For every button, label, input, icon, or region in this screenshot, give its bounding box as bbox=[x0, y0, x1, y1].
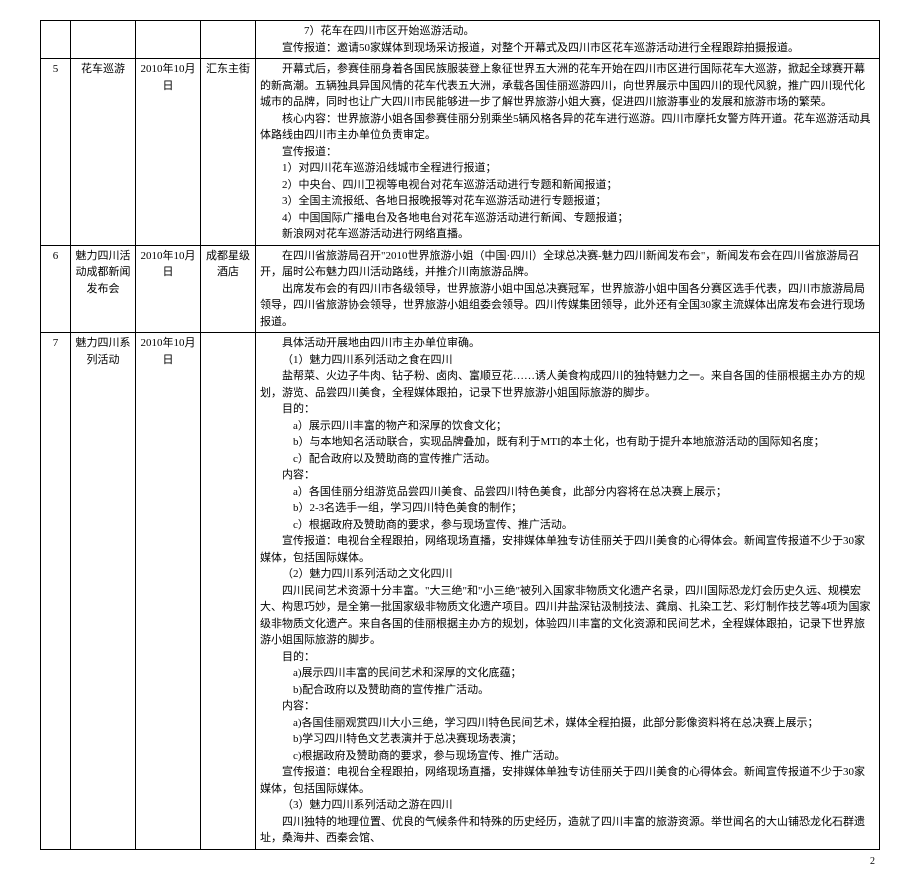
content-line: b）2-3名选手一组，学习四川特色美食的制作； bbox=[260, 500, 875, 517]
content-line: 核心内容：世界旅游小姐各国参赛佳丽分别乘坐5辆风格各异的花车进行巡游。四川市摩托… bbox=[260, 111, 875, 144]
content-line: 在四川省旅游局召开"2010世界旅游小姐（中国·四川）全球总决赛-魅力四川新闻发… bbox=[260, 248, 875, 281]
content-line: （1）魅力四川系列活动之食在四川 bbox=[260, 352, 875, 369]
content-line: 宣传报道：电视台全程跟拍，网络现场直播，安排媒体单独专访佳丽关于四川美食的心得体… bbox=[260, 533, 875, 566]
content-line: 具体活动开展地由四川市主办单位审确。 bbox=[260, 335, 875, 352]
activity-content: 具体活动开展地由四川市主办单位审确。（1）魅力四川系列活动之食在四川盐帮菜、火边… bbox=[256, 333, 880, 850]
content-line: c）根据政府及赞助商的要求，参与现场宣传、推广活动。 bbox=[260, 517, 875, 534]
activity-name: 魅力四川活动成都新闻发布会 bbox=[71, 245, 136, 333]
content-line: （3）魅力四川系列活动之游在四川 bbox=[260, 797, 875, 814]
activity-name: 花车巡游 bbox=[71, 59, 136, 246]
content-line: 内容： bbox=[260, 698, 875, 715]
activity-place: 成都星级酒店 bbox=[201, 245, 256, 333]
activity-content: 在四川省旅游局召开"2010世界旅游小姐（中国·四川）全球总决赛-魅力四川新闻发… bbox=[256, 245, 880, 333]
content-line: 盐帮菜、火边子牛肉、钻子粉、卤肉、富顺豆花……诱人美食构成四川的独特魅力之一。来… bbox=[260, 368, 875, 401]
page-number: 2 bbox=[40, 854, 880, 869]
table-row: 5花车巡游2010年10月 日汇东主街开幕式后，参赛佳丽身着各国民族服装登上象征… bbox=[41, 59, 880, 246]
row-number: 6 bbox=[41, 245, 71, 333]
row-number: 7 bbox=[41, 333, 71, 850]
activity-date: 2010年10月 日 bbox=[136, 333, 201, 850]
activity-content: 7）花车在四川市区开始巡游活动。宣传报道：邀请50家媒体到现场采访报道，对整个开… bbox=[256, 21, 880, 59]
schedule-table: 7）花车在四川市区开始巡游活动。宣传报道：邀请50家媒体到现场采访报道，对整个开… bbox=[40, 20, 880, 850]
content-line: （2）魅力四川系列活动之文化四川 bbox=[260, 566, 875, 583]
table-row: 6魅力四川活动成都新闻发布会2010年10月 日成都星级酒店在四川省旅游局召开"… bbox=[41, 245, 880, 333]
content-line: a）展示四川丰富的物产和深厚的饮食文化； bbox=[260, 418, 875, 435]
content-line: 宣传报道：邀请50家媒体到现场采访报道，对整个开幕式及四川市区花车巡游活动进行全… bbox=[260, 40, 875, 57]
content-line: 宣传报道：电视台全程跟拍，网络现场直播，安排媒体单独专访佳丽关于四川美食的心得体… bbox=[260, 764, 875, 797]
content-line: 3）全国主流报纸、各地日报晚报等对花车巡游活动进行专题报道； bbox=[260, 193, 875, 210]
content-line: b)学习四川特色文艺表演并于总决赛现场表演； bbox=[260, 731, 875, 748]
row-number bbox=[41, 21, 71, 59]
activity-content: 开幕式后，参赛佳丽身着各国民族服装登上象征世界五大洲的花车开始在四川市区进行国际… bbox=[256, 59, 880, 246]
activity-place bbox=[201, 333, 256, 850]
activity-date: 2010年10月 日 bbox=[136, 59, 201, 246]
content-line: 出席发布会的有四川市各级领导，世界旅游小姐中国总决赛冠军，世界旅游小姐中国各分赛… bbox=[260, 281, 875, 331]
content-line: a)展示四川丰富的民间艺术和深厚的文化底蕴； bbox=[260, 665, 875, 682]
content-line: b)配合政府以及赞助商的宣传推广活动。 bbox=[260, 682, 875, 699]
content-line: a）各国佳丽分组游览品尝四川美食、品尝四川特色美食，此部分内容将在总决赛上展示； bbox=[260, 484, 875, 501]
activity-date bbox=[136, 21, 201, 59]
activity-place bbox=[201, 21, 256, 59]
content-line: 7）花车在四川市区开始巡游活动。 bbox=[260, 23, 875, 40]
activity-name: 魅力四川系列活动 bbox=[71, 333, 136, 850]
row-number: 5 bbox=[41, 59, 71, 246]
content-line: 2）中央台、四川卫视等电视台对花车巡游活动进行专题和新闻报道； bbox=[260, 177, 875, 194]
content-line: 内容： bbox=[260, 467, 875, 484]
content-line: 1）对四川花车巡游沿线城市全程进行报道； bbox=[260, 160, 875, 177]
content-line: 4）中国国际广播电台及各地电台对花车巡游活动进行新闻、专题报道； bbox=[260, 210, 875, 227]
content-line: 新浪网对花车巡游活动进行网络直播。 bbox=[260, 226, 875, 243]
content-line: 四川独特的地理位置、优良的气候条件和特殊的历史经历，造就了四川丰富的旅游资源。举… bbox=[260, 814, 875, 847]
content-line: 目的： bbox=[260, 401, 875, 418]
activity-name bbox=[71, 21, 136, 59]
content-line: c)根据政府及赞助商的要求，参与现场宣传、推广活动。 bbox=[260, 748, 875, 765]
content-line: a)各国佳丽观赏四川大小三绝，学习四川特色民间艺术，媒体全程拍摄，此部分影像资料… bbox=[260, 715, 875, 732]
content-line: 开幕式后，参赛佳丽身着各国民族服装登上象征世界五大洲的花车开始在四川市区进行国际… bbox=[260, 61, 875, 111]
content-line: b）与本地知名活动联合，实现品牌叠加，既有利于MTI的本土化，也有助于提升本地旅… bbox=[260, 434, 875, 451]
content-line: 四川民间艺术资源十分丰富。"大三绝"和"小三绝"被列入国家非物质文化遗产名录，四… bbox=[260, 583, 875, 649]
table-row: 7）花车在四川市区开始巡游活动。宣传报道：邀请50家媒体到现场采访报道，对整个开… bbox=[41, 21, 880, 59]
table-row: 7魅力四川系列活动2010年10月 日具体活动开展地由四川市主办单位审确。（1）… bbox=[41, 333, 880, 850]
content-line: c）配合政府以及赞助商的宣传推广活动。 bbox=[260, 451, 875, 468]
activity-place: 汇东主街 bbox=[201, 59, 256, 246]
activity-date: 2010年10月 日 bbox=[136, 245, 201, 333]
content-line: 宣传报道： bbox=[260, 144, 875, 161]
